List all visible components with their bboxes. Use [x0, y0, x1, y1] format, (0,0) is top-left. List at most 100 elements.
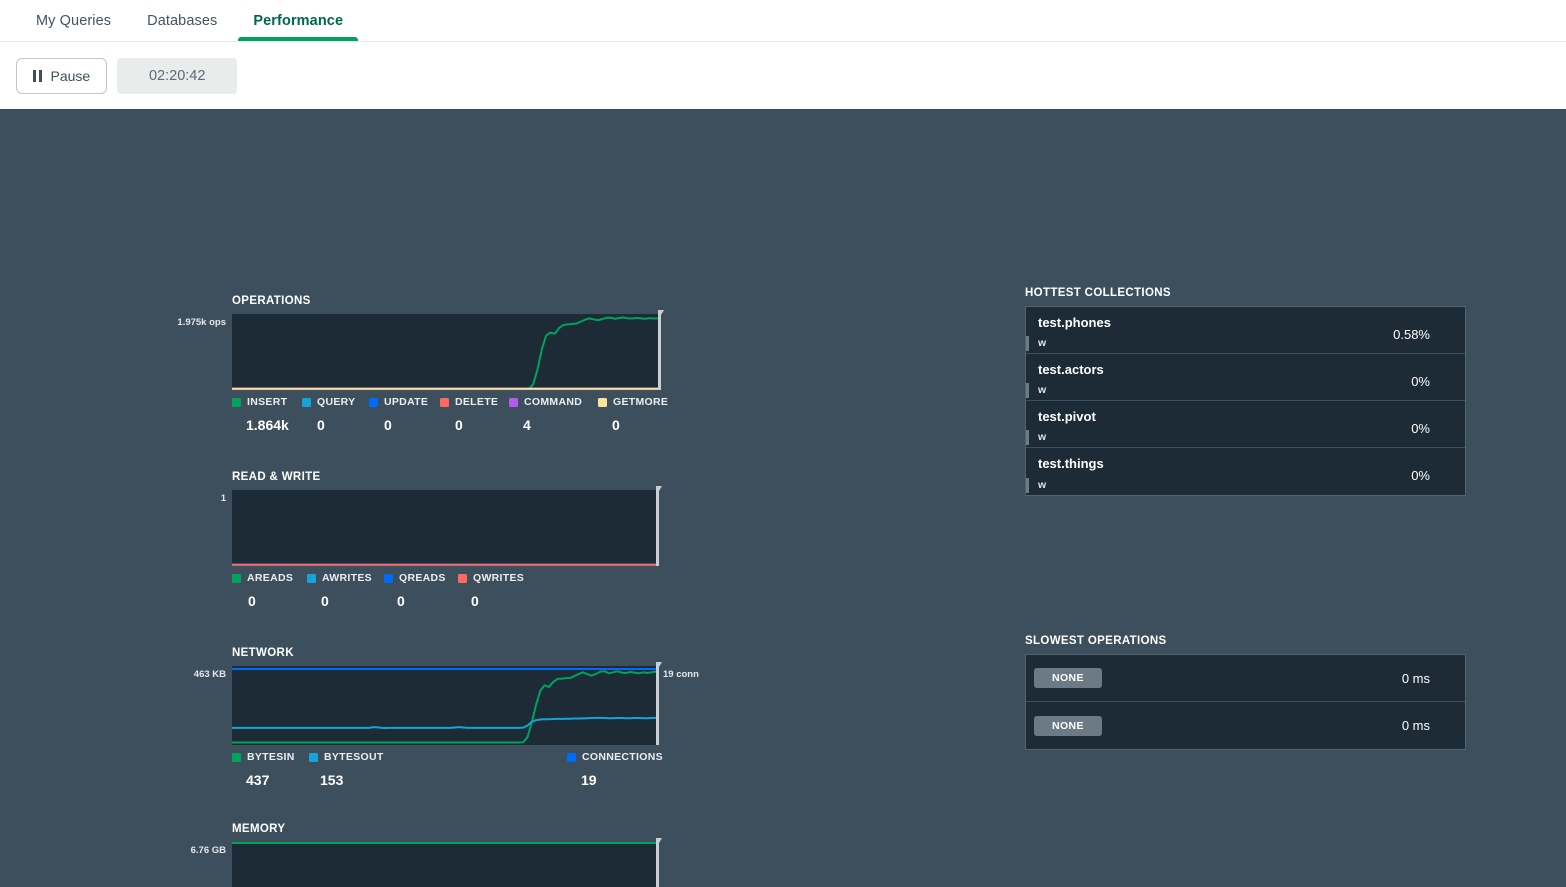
legend-item-qreads[interactable]: QREADS [384, 572, 446, 584]
legend-swatch-icon [384, 573, 393, 583]
legend-label: QUERY [317, 396, 356, 408]
collection-name: test.actors [1038, 362, 1104, 377]
legend-label: COMMAND [524, 396, 583, 408]
legend-swatch-icon [232, 752, 241, 762]
tab-databases[interactable]: Databases [129, 0, 235, 41]
tab-my-queries[interactable]: My Queries [18, 0, 129, 41]
legend-item-update[interactable]: UPDATE [369, 396, 428, 408]
legend-item-connections[interactable]: CONNECTIONS [567, 751, 663, 763]
legend-label: BYTESOUT [324, 751, 384, 763]
elapsed-timer: 02:20:42 [117, 57, 238, 94]
legend-label: CONNECTIONS [582, 751, 663, 763]
value-qwrites: 0 [471, 593, 479, 609]
performance-canvas: OPERATIONS 1.975k ops INSERT QUERY UPDAT… [0, 109, 1566, 887]
chart-values: 0 0 0 0 [232, 593, 656, 615]
chart-title: OPERATIONS [232, 295, 311, 307]
legend-item-command[interactable]: COMMAND [509, 396, 582, 408]
value-bytesin: 437 [246, 772, 270, 788]
performance-toolbar: Pause 02:20:42 [0, 42, 1566, 109]
chart-legend: AREADS AWRITES QREADS QWRITES [232, 572, 656, 590]
panel-title: HOTTEST COLLECTIONS [1025, 287, 1171, 299]
collection-op-type: w [1038, 337, 1047, 349]
legend-label: BYTESIN [247, 751, 295, 763]
legend-item-areads[interactable]: AREADS [232, 572, 293, 584]
legend-item-getmore[interactable]: GETMORE [598, 396, 668, 408]
value-awrites: 0 [321, 593, 329, 609]
current-time-cursor [658, 310, 664, 390]
y-axis-right-label: 19 conn [663, 669, 699, 680]
value-insert: 1.864k [246, 417, 289, 433]
pause-icon [33, 69, 42, 82]
legend-swatch-icon [232, 573, 241, 583]
chart-title: MEMORY [232, 823, 286, 835]
value-areads: 0 [248, 593, 256, 609]
value-query: 0 [317, 417, 325, 433]
slow-operation-row[interactable]: NONE 0 ms [1026, 702, 1465, 749]
activity-bar-icon [1026, 430, 1029, 445]
current-time-cursor [656, 662, 662, 745]
collection-row[interactable]: test.phones 0.58% w [1026, 307, 1465, 354]
legend-label: AREADS [247, 572, 294, 584]
activity-bar-icon [1026, 478, 1029, 493]
collection-percent: 0% [1411, 374, 1430, 389]
legend-label: QREADS [399, 572, 446, 584]
chart-operations: OPERATIONS 1.975k ops INSERT QUERY UPDAT… [177, 295, 668, 439]
value-command: 4 [523, 417, 531, 433]
collection-row[interactable]: test.pivot 0% w [1026, 401, 1465, 448]
slowest-operations-panel: SLOWEST OPERATIONS NONE 0 ms NONE 0 ms [1025, 635, 1466, 750]
legend-swatch-icon [567, 752, 576, 762]
pause-button[interactable]: Pause [16, 57, 108, 94]
current-time-cursor [656, 486, 662, 566]
legend-swatch-icon [369, 397, 378, 407]
slowest-operations-list: NONE 0 ms NONE 0 ms [1025, 654, 1466, 750]
tab-label: My Queries [36, 12, 112, 29]
legend-swatch-icon [302, 397, 311, 407]
legend-label: GETMORE [613, 396, 669, 408]
pause-button-label: Pause [50, 67, 91, 84]
value-getmore: 0 [612, 417, 620, 433]
current-time-cursor [656, 838, 662, 887]
chart-memory: MEMORY 6.76 GB VIRTUAL RESIDENT 6.76 310… [191, 823, 662, 887]
legend-item-insert[interactable]: INSERT [232, 396, 287, 408]
chart-values: 1.864k 0 0 0 4 0 [232, 417, 658, 439]
chart-legend: INSERT QUERY UPDATE DELETE COMMAND GETMO… [232, 396, 668, 414]
legend-item-qwrites[interactable]: QWRITES [458, 572, 524, 584]
main-tab-bar: My Queries Databases Performance [0, 0, 1566, 42]
legend-item-awrites[interactable]: AWRITES [307, 572, 372, 584]
legend-swatch-icon [458, 573, 467, 583]
collection-percent: 0% [1411, 421, 1430, 436]
collection-row[interactable]: test.actors 0% w [1026, 354, 1465, 401]
legend-label: AWRITES [322, 572, 372, 584]
operation-type-badge: NONE [1034, 715, 1102, 736]
value-connections: 19 [581, 772, 597, 788]
chart-network: NETWORK 463 KB 19 conn BYTESIN BYTESOUT … [194, 647, 699, 794]
plot-area [232, 314, 658, 390]
y-axis-left-label: 463 KB [193, 669, 226, 680]
collection-row[interactable]: test.things 0% w [1026, 448, 1465, 495]
chart-values: 437 153 19 [232, 772, 656, 794]
legend-swatch-icon [232, 397, 241, 407]
activity-bar-icon [1026, 383, 1029, 398]
operation-duration: 0 ms [1401, 718, 1430, 733]
collection-op-type: w [1038, 479, 1047, 491]
legend-swatch-icon [509, 397, 518, 407]
operation-type-badge: NONE [1034, 668, 1102, 688]
chart-legend: BYTESIN BYTESOUT CONNECTIONS [232, 751, 663, 769]
value-delete: 0 [455, 417, 463, 433]
legend-item-bytesout[interactable]: BYTESOUT [309, 751, 384, 763]
tab-performance[interactable]: Performance [235, 0, 361, 41]
slow-operation-row[interactable]: NONE 0 ms [1026, 655, 1465, 702]
collection-percent: 0% [1411, 468, 1430, 483]
plot-area [232, 490, 656, 566]
legend-item-bytesin[interactable]: BYTESIN [232, 751, 295, 763]
value-bytesout: 153 [320, 772, 344, 788]
legend-swatch-icon [598, 397, 607, 407]
collection-name: test.things [1038, 456, 1104, 471]
legend-label: UPDATE [384, 396, 429, 408]
elapsed-timer-value: 02:20:42 [148, 67, 206, 84]
legend-label: DELETE [455, 396, 499, 408]
legend-item-query[interactable]: QUERY [302, 396, 355, 408]
legend-label: INSERT [247, 396, 288, 408]
legend-item-delete[interactable]: DELETE [440, 396, 498, 408]
y-axis-left-label: 6.76 GB [190, 845, 226, 856]
